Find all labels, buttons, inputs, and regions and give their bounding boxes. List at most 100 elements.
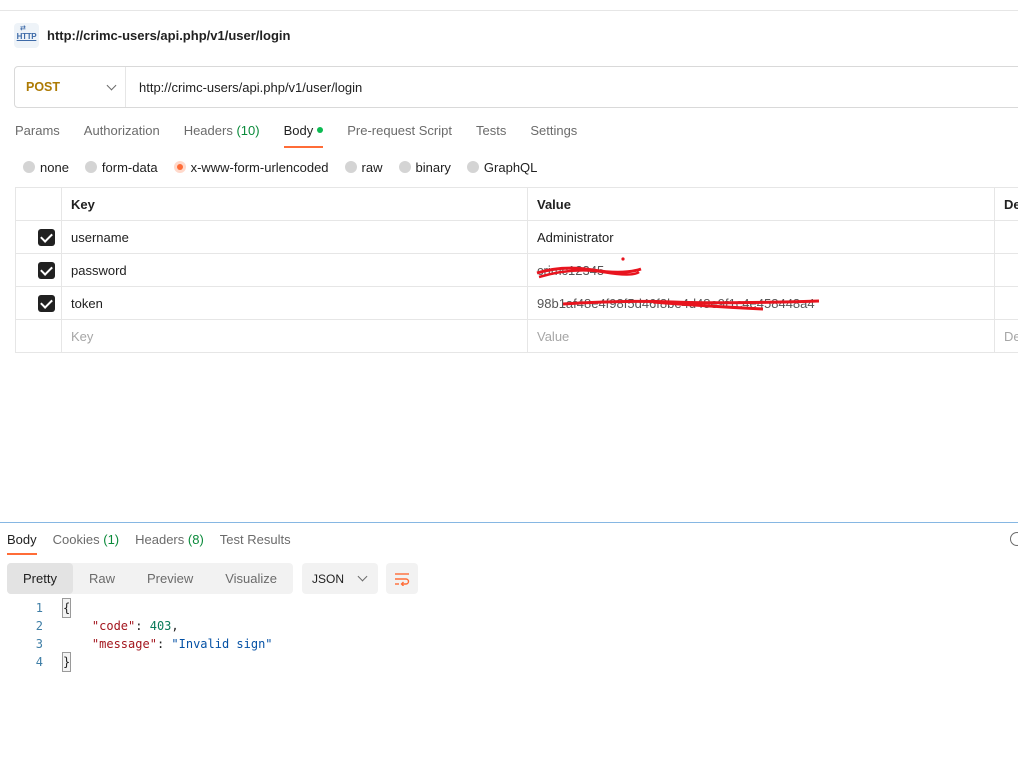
new-key-input[interactable]: Key: [61, 319, 528, 353]
row-value[interactable]: Administrator: [527, 220, 995, 254]
tab-body-label: Body: [283, 123, 314, 138]
line-number: 3: [35, 637, 43, 651]
radio-none-button[interactable]: [23, 161, 35, 173]
response-tabs: Body Cookies (1) Headers (8) Test Result…: [7, 531, 291, 555]
radio-form-data-label: form-data: [101, 159, 158, 175]
row-value[interactable]: crimc12345: [527, 253, 995, 287]
radio-graphql-label: GraphQL: [483, 159, 538, 175]
response-tab-test-results[interactable]: Test Results: [220, 531, 291, 555]
params-table: Key Value De username Administrator pass…: [15, 187, 1018, 353]
code-text: {: [43, 598, 72, 618]
response-tab-headers-count: (8): [187, 532, 204, 547]
table-row: username Administrator: [15, 220, 1018, 254]
code-text: "code": 403,: [91, 619, 179, 633]
row-checkbox[interactable]: [38, 261, 55, 279]
url-input[interactable]: [126, 79, 986, 95]
new-description-input[interactable]: De: [994, 319, 1018, 353]
response-tab-cookies-count: (1): [103, 532, 120, 547]
radio-none-label: none: [40, 159, 69, 175]
radio-urlencoded[interactable]: x-www-form-urlencoded: [173, 159, 329, 175]
redacted-value: crimc12345: [536, 256, 642, 278]
tab-authorization[interactable]: Authorization: [84, 122, 160, 148]
globe-icon[interactable]: [1010, 532, 1018, 546]
response-tab-cookies-label: Cookies: [52, 532, 100, 547]
pane-divider[interactable]: [0, 522, 1018, 523]
radio-binary-label: binary: [415, 159, 451, 175]
code-line: 1 {: [0, 598, 273, 618]
redaction-scribble-icon: [536, 256, 642, 278]
row-key[interactable]: username: [61, 220, 528, 254]
table-row: password crimc12345: [15, 253, 1018, 287]
radio-graphql-button[interactable]: [466, 161, 479, 173]
code-key: "code": [91, 619, 136, 633]
http-request-icon: ⇄ HTTP: [14, 22, 39, 48]
line-number: 4: [35, 655, 43, 669]
tab-headers-count: (10): [236, 123, 260, 138]
radio-form-data-button[interactable]: [84, 161, 97, 173]
code-value: 403: [149, 619, 172, 633]
row-description[interactable]: [994, 286, 1018, 320]
table-header-key: Key: [61, 187, 528, 221]
radio-binary[interactable]: binary: [398, 159, 451, 175]
radio-urlencoded-button[interactable]: [173, 161, 186, 173]
row-description[interactable]: [994, 220, 1018, 254]
radio-raw-button[interactable]: [344, 161, 357, 173]
view-pretty-button[interactable]: Pretty: [7, 563, 73, 594]
body-type-selector: none form-data x-www-form-urlencoded raw…: [23, 158, 537, 176]
table-row-placeholder: Key Value De: [15, 319, 1018, 353]
tab-params[interactable]: Params: [15, 122, 60, 148]
redaction-scribble-icon: [562, 299, 820, 310]
request-title[interactable]: http://crimc-users/api.php/v1/user/login: [47, 28, 290, 43]
table-header-value: Value: [527, 187, 995, 221]
wrap-lines-icon: [395, 572, 410, 586]
radio-binary-button[interactable]: [398, 161, 411, 173]
row-checkbox-cell: [15, 286, 62, 320]
radio-raw-label: raw: [361, 159, 383, 175]
wrap-lines-button[interactable]: [386, 563, 419, 594]
message-key: "message": [91, 637, 157, 651]
method-select[interactable]: POST: [15, 67, 126, 107]
format-select[interactable]: JSON: [302, 563, 379, 594]
tab-tests[interactable]: Tests: [476, 122, 506, 148]
tab-prerequest-script[interactable]: Pre-request Script: [347, 122, 452, 148]
row-key[interactable]: password: [61, 253, 528, 287]
response-tab-headers-label: Headers: [135, 532, 185, 547]
radio-form-data[interactable]: form-data: [84, 159, 158, 175]
request-tabs: Params Authorization Headers (10) Body P…: [15, 122, 577, 148]
view-visualize-button[interactable]: Visualize: [209, 563, 293, 594]
row-checkbox[interactable]: [38, 228, 55, 246]
row-checkbox-cell: [15, 220, 62, 254]
redacted-value: 98b1af48e4f98f5d46f8be4d48e9f1c4e458448a…: [537, 296, 820, 311]
message-value: "Invalid sign": [171, 637, 273, 651]
tab-body[interactable]: Body: [283, 122, 324, 148]
row-checkbox[interactable]: [38, 294, 55, 312]
response-tab-headers[interactable]: Headers (8): [135, 531, 204, 555]
radio-urlencoded-label: x-www-form-urlencoded: [190, 159, 329, 175]
response-tab-body[interactable]: Body: [7, 531, 37, 555]
response-code-view[interactable]: 1 { 2 "code": 403, 3 "message": "Invalid…: [0, 598, 273, 672]
response-tab-cookies[interactable]: Cookies (1): [53, 531, 119, 555]
table-header-row: Key Value De: [15, 187, 1018, 221]
radio-graphql[interactable]: GraphQL: [466, 159, 538, 175]
code-line: 4 }: [0, 652, 273, 672]
response-view-bar: Pretty Raw Preview Visualize JSON: [7, 563, 419, 594]
line-number: 1: [35, 601, 43, 615]
code-text: }: [43, 652, 72, 672]
view-mode-selector: Pretty Raw Preview Visualize: [7, 563, 294, 594]
table-header-description: De: [994, 187, 1018, 221]
row-key[interactable]: token: [61, 286, 528, 320]
table-row: token 98b1af48e4f98f5d46f8be4d48e9f1c4e4…: [15, 286, 1018, 320]
body-active-dot: [317, 127, 324, 133]
tab-headers[interactable]: Headers (10): [184, 122, 260, 148]
top-strip: [0, 0, 1018, 11]
view-preview-button[interactable]: Preview: [131, 563, 209, 594]
view-raw-button[interactable]: Raw: [73, 563, 131, 594]
row-description[interactable]: [994, 253, 1018, 287]
row-value[interactable]: 98b1af48e4f98f5d46f8be4d48e9f1c4e458448a…: [527, 286, 995, 320]
tab-headers-label: Headers: [183, 123, 233, 138]
radio-none[interactable]: none: [23, 160, 69, 175]
chevron-down-icon: [106, 80, 117, 90]
tab-settings[interactable]: Settings: [530, 122, 577, 148]
radio-raw[interactable]: raw: [344, 159, 383, 175]
new-value-input[interactable]: Value: [527, 319, 995, 353]
